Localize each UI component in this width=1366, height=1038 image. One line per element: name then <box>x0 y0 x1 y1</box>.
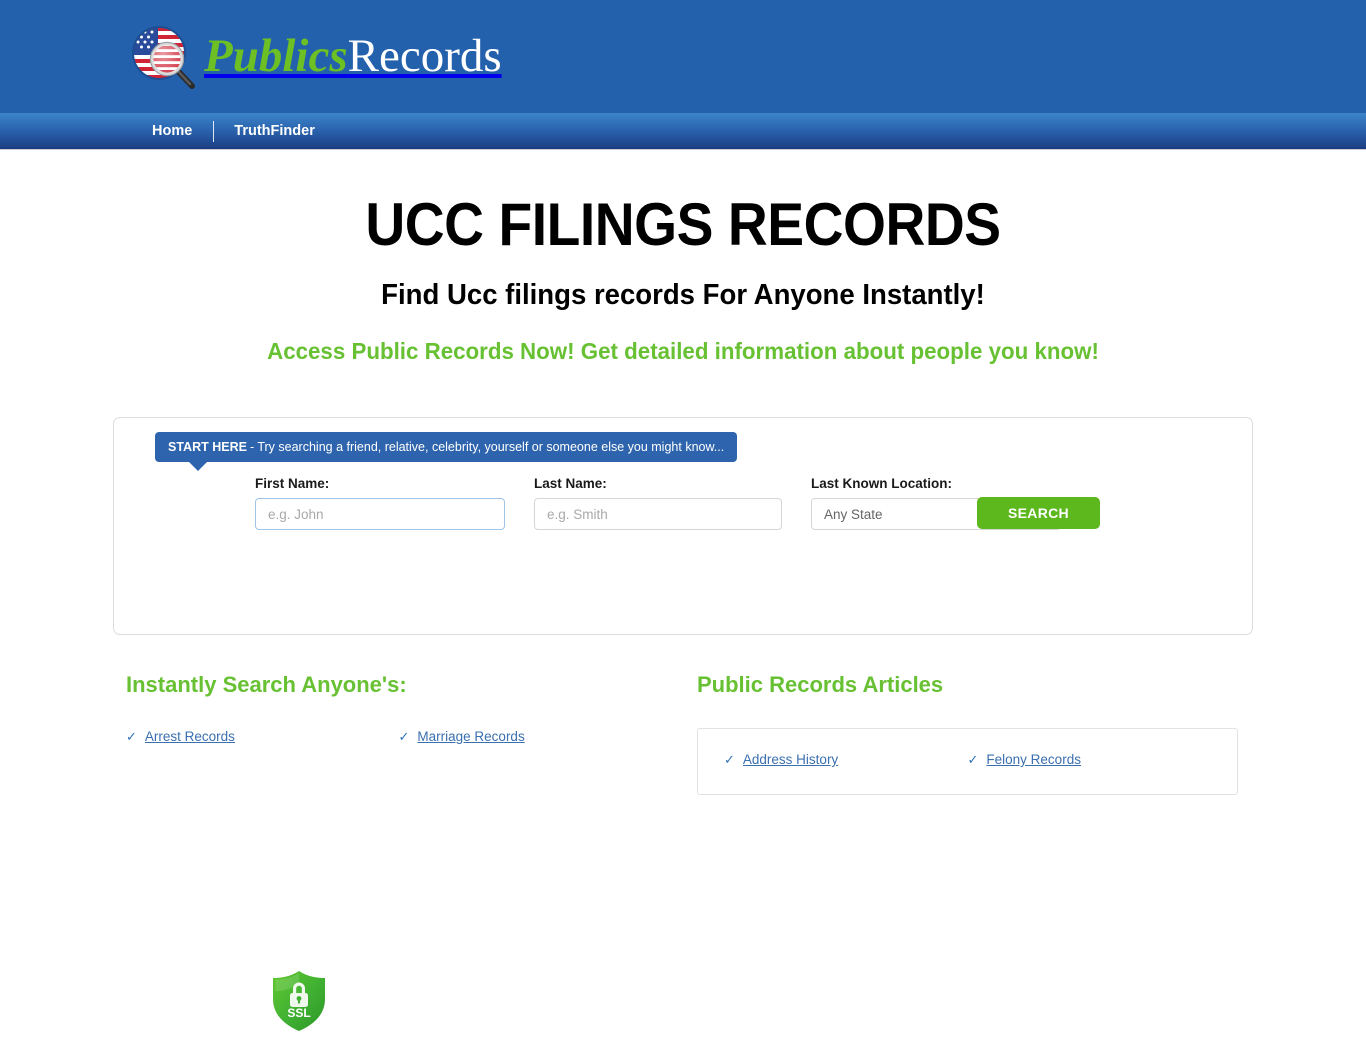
page-subtitle: Find Ucc filings records For Anyone Inst… <box>381 279 985 311</box>
link-felony-records[interactable]: Felony Records <box>986 751 1081 768</box>
site-header: PublicsRecords <box>0 0 1366 113</box>
page-title: UCC FILINGS RECORDS <box>365 191 1001 258</box>
articles-box: ✓ Address History ✓ Felony Records <box>697 728 1238 795</box>
articles-heading: Public Records Articles <box>697 672 944 697</box>
articles-links: ✓ Address History ✓ Felony Records <box>724 751 1211 768</box>
instant-search-heading: Instantly Search Anyone's: <box>126 672 407 697</box>
list-item[interactable]: ✓ Arrest Records <box>126 728 399 745</box>
articles-column: Public Records Articles ✓ Address Histor… <box>697 672 1238 795</box>
start-here-label: START HERE <box>168 440 247 454</box>
site-logo[interactable]: PublicsRecords <box>126 18 502 96</box>
ssl-badge: SSL <box>270 969 328 1033</box>
check-icon: ✓ <box>724 752 735 767</box>
main-navigation: Home TruthFinder <box>0 113 1366 150</box>
page-tagline: Access Public Records Now! Get detailed … <box>267 338 1099 364</box>
last-name-field: Last Name: <box>534 476 782 530</box>
start-here-tooltip: START HERE - Try searching a friend, rel… <box>155 432 738 471</box>
nav-item-home[interactable]: Home <box>152 121 213 142</box>
list-item[interactable]: ✓ Felony Records <box>968 751 1212 768</box>
link-arrest-records[interactable]: Arrest Records <box>145 728 235 745</box>
start-here-description: - Try searching a friend, relative, cele… <box>249 440 725 454</box>
instant-search-column: Instantly Search Anyone's: ✓ Arrest Reco… <box>126 672 671 745</box>
link-marriage-records[interactable]: Marriage Records <box>417 728 524 745</box>
first-name-field: First Name: <box>255 476 505 530</box>
hero-section: UCC FILINGS RECORDS Find Ucc filings rec… <box>0 150 1366 365</box>
check-icon: ✓ <box>126 729 137 744</box>
check-icon: ✓ <box>398 729 410 744</box>
first-name-label: First Name: <box>255 476 330 491</box>
us-flag-magnifier-icon <box>126 20 200 94</box>
logo-word-records: Records <box>347 29 502 82</box>
instant-search-links: ✓ Arrest Records ✓ Marriage Records <box>126 728 671 745</box>
nav-separator <box>213 120 215 142</box>
ssl-badge-text: SSL <box>287 1006 310 1020</box>
search-button[interactable]: SEARCH <box>977 497 1100 529</box>
first-name-input[interactable] <box>255 498 505 530</box>
last-name-label: Last Name: <box>534 476 607 491</box>
logo-word-publics: Publics <box>204 29 348 82</box>
list-item[interactable]: ✓ Marriage Records <box>399 728 672 745</box>
list-item[interactable]: ✓ Address History <box>724 751 968 768</box>
logo-wordmark: PublicsRecords <box>204 29 502 82</box>
nav-item-truthfinder[interactable]: TruthFinder <box>214 121 335 142</box>
last-name-input[interactable] <box>534 498 782 530</box>
link-address-history[interactable]: Address History <box>743 751 838 768</box>
location-label: Last Known Location: <box>811 476 952 491</box>
check-icon: ✓ <box>967 752 979 767</box>
